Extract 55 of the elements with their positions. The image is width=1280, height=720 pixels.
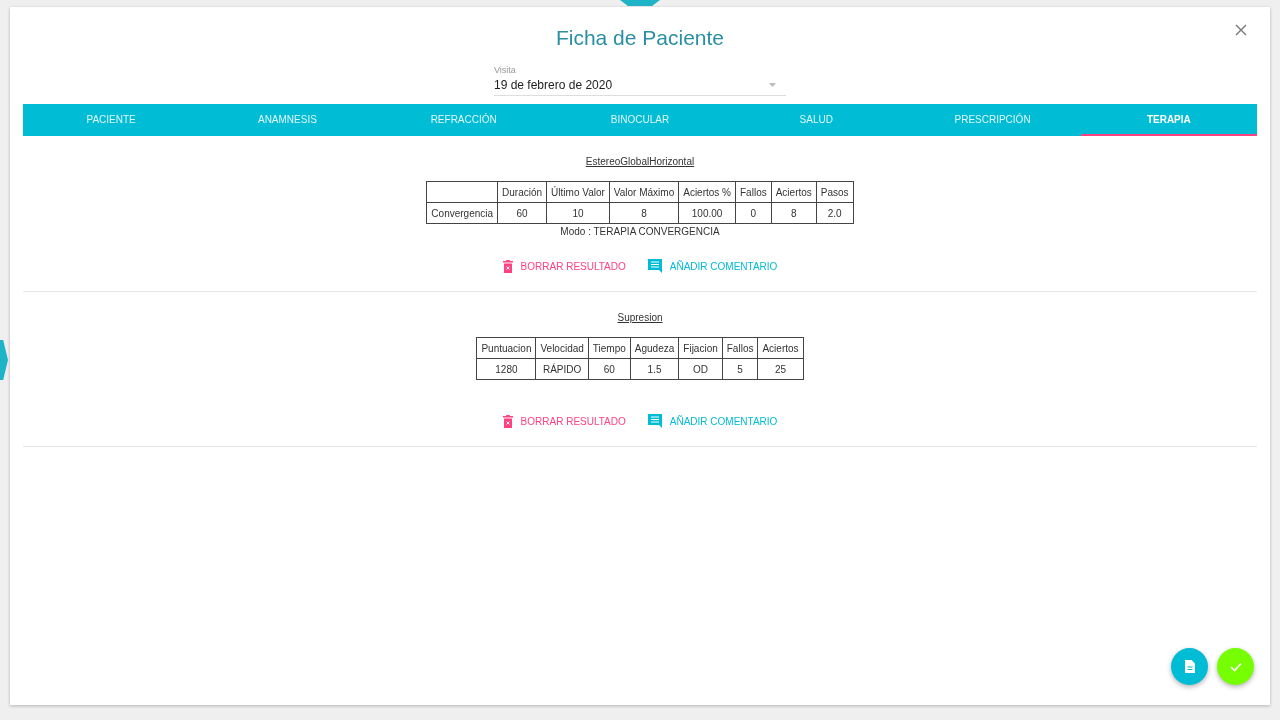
- table-cell: RÁPIDO: [535, 358, 589, 380]
- result-title: EstereoGlobalHorizontal: [585, 156, 695, 167]
- tab[interactable]: REFRACCIÓN: [375, 104, 552, 136]
- comment-icon: [647, 259, 662, 273]
- table-cell: 10: [546, 202, 610, 224]
- tab[interactable]: ANAMNESIS: [199, 104, 376, 136]
- tab[interactable]: SALUD: [728, 104, 905, 136]
- trash-icon: [502, 414, 513, 428]
- table-cell: Convergencia: [426, 202, 498, 224]
- table-cell: 0: [735, 202, 772, 224]
- confirm-button[interactable]: [1217, 648, 1254, 685]
- mode-text: Modo : TERAPIA CONVERGENCIA: [560, 226, 720, 237]
- column-header: Fijacion: [678, 337, 723, 359]
- column-header: Fallos: [735, 181, 772, 203]
- column-header: Último Valor: [546, 181, 610, 203]
- table-cell: 2.0: [816, 202, 854, 224]
- trash-icon: [502, 259, 513, 273]
- delete-result-button[interactable]: BORRAR RESULTADO: [502, 414, 626, 428]
- column-header: Agudeza: [630, 337, 679, 359]
- tab[interactable]: PRESCRIPCIÓN: [904, 104, 1081, 136]
- tab[interactable]: TERAPIA: [1080, 104, 1257, 136]
- table-cell: OD: [678, 358, 723, 380]
- column-header: Pasos: [816, 181, 854, 203]
- tab[interactable]: PACIENTE: [23, 104, 200, 136]
- table-cell: 1.5: [630, 358, 679, 380]
- check-icon: [1229, 661, 1242, 672]
- column-header: Aciertos %: [678, 181, 736, 203]
- close-icon[interactable]: [1234, 23, 1248, 37]
- table-cell: 8: [609, 202, 679, 224]
- column-header: Duración: [497, 181, 547, 203]
- column-header: Valor Máximo: [609, 181, 679, 203]
- column-header: Aciertos: [771, 181, 817, 203]
- table-cell: 25: [757, 358, 804, 380]
- table-cell: 60: [588, 358, 631, 380]
- column-header: Fallos: [722, 337, 758, 359]
- column-header: Aciertos: [757, 337, 804, 359]
- tab[interactable]: BINOCULAR: [551, 104, 729, 136]
- add-comment-button[interactable]: AÑADIR COMENTARIO: [647, 414, 778, 428]
- document-button[interactable]: [1171, 648, 1208, 685]
- visit-field[interactable]: Visita 19 de febrero de 2020: [494, 65, 786, 96]
- result-title: Supresion: [617, 312, 663, 323]
- column-header: Tiempo: [588, 337, 631, 359]
- dropdown-caret-icon: [769, 83, 776, 87]
- delete-result-button[interactable]: BORRAR RESULTADO: [502, 259, 626, 273]
- table-cell: 5: [722, 358, 758, 380]
- add-comment-button[interactable]: AÑADIR COMENTARIO: [647, 259, 778, 273]
- comment-icon: [647, 414, 662, 428]
- column-header: Puntuacion: [476, 337, 536, 359]
- table-cell: 8: [771, 202, 817, 224]
- dialog-title: Ficha de Paciente: [555, 26, 725, 50]
- table-cell: 60: [497, 202, 547, 224]
- column-header: Velocidad: [535, 337, 589, 359]
- table-cell: 100.00: [678, 202, 736, 224]
- table-cell: 1280: [476, 358, 536, 380]
- document-icon: [1184, 660, 1195, 673]
